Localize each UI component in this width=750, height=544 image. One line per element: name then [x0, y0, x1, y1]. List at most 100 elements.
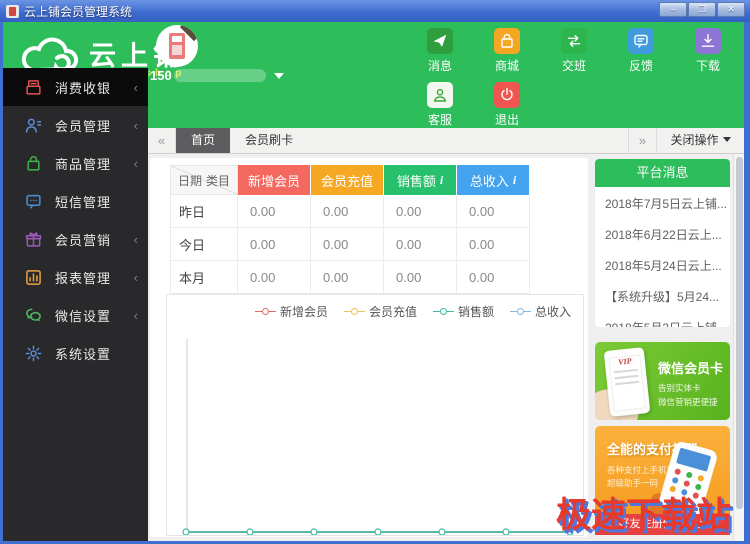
- tabs-scroll-left-button[interactable]: «: [148, 128, 176, 153]
- column-header-label: 总收入: [470, 171, 509, 190]
- logout-icon: [494, 82, 520, 108]
- legend-item[interactable]: 新增会员: [255, 303, 328, 320]
- cashier-icon: [25, 79, 42, 96]
- close-operations-dropdown[interactable]: 关闭操作: [656, 128, 744, 153]
- table-row: 今日0.000.000.000.00: [170, 228, 530, 261]
- header-action-mall[interactable]: 商城: [484, 28, 530, 74]
- sidebar-item-marketing[interactable]: 会员营销‹: [3, 220, 148, 258]
- user-avatar[interactable]: [156, 25, 198, 67]
- legend-marker-icon: [510, 308, 531, 315]
- tabs-scroll-right-button[interactable]: »: [628, 128, 656, 153]
- header-action-label: 反馈: [618, 57, 664, 74]
- mall-icon: [494, 28, 520, 54]
- goods-icon: [25, 155, 42, 172]
- table-cell-value: 0.00: [384, 228, 457, 261]
- legend-marker-icon: [433, 308, 454, 315]
- tab-active[interactable]: 首页: [176, 128, 230, 153]
- sidebar-item-wechat[interactable]: 微信设置‹: [3, 296, 148, 334]
- table-cell-value: 0.00: [384, 261, 457, 294]
- feedback-icon: [628, 28, 654, 54]
- legend-marker-icon: [344, 308, 365, 315]
- window-title: 云上铺会员管理系统: [24, 3, 132, 20]
- table-cell-value: 0.00: [238, 228, 311, 261]
- legend-marker-icon: [255, 308, 276, 315]
- tab-inactive[interactable]: 会员刷卡: [230, 128, 308, 153]
- summary-table: 日期 类目 新增会员会员充值销售额i总收入i 昨日0.000.000.000.0…: [170, 165, 530, 294]
- platform-messages-list: 2018年7月5日云上铺...2018年6月22日云上...2018年5月24日…: [595, 187, 730, 327]
- legend-label: 会员充值: [369, 303, 417, 320]
- info-icon[interactable]: i: [440, 174, 443, 186]
- row-label: 本月: [170, 261, 238, 294]
- sidebar-item-member[interactable]: 会员管理‹: [3, 106, 148, 144]
- header-action-message[interactable]: 消息: [417, 28, 463, 74]
- header-action-label: 消息: [417, 57, 463, 74]
- header-action-download[interactable]: 下载: [685, 28, 731, 74]
- platform-message-item[interactable]: 2018年5月24日云上...: [595, 249, 730, 280]
- sidebar-item-label: 报表管理: [55, 268, 134, 287]
- corner-col-label: 类目: [206, 172, 230, 189]
- window-content: 云上铺 cloud shop 150 消息商城交班反馈下载客服退出 消费收银‹会…: [3, 22, 744, 541]
- platform-message-item[interactable]: 2018年6月22日云上...: [595, 218, 730, 249]
- tab-bar: « 首页会员刷卡 » 关闭操作: [148, 128, 744, 154]
- platform-message-item[interactable]: 【系统升级】5月24...: [595, 280, 730, 311]
- close-button[interactable]: ✕: [717, 2, 745, 17]
- settings-icon: [25, 345, 42, 362]
- app-icon: [6, 5, 19, 18]
- tabs-strip: 首页会员刷卡: [176, 128, 308, 153]
- header-action-logout[interactable]: 退出: [484, 82, 530, 128]
- sidebar-menu: 消费收银‹会员管理‹商品管理‹短信管理会员营销‹报表管理‹微信设置‹系统设置: [3, 68, 148, 541]
- chevron-left-icon: ‹: [134, 156, 138, 171]
- header-action-feedback[interactable]: 反馈: [618, 28, 664, 74]
- legend-item[interactable]: 会员充值: [344, 303, 417, 320]
- info-icon[interactable]: i: [513, 174, 516, 186]
- shift-icon: [561, 28, 587, 54]
- platform-message-item[interactable]: 2018年5月3日云上铺...: [595, 311, 730, 327]
- chevron-left-icon: ‹: [134, 118, 138, 133]
- sidebar-item-label: 微信设置: [55, 306, 134, 325]
- sidebar-item-settings[interactable]: 系统设置: [3, 334, 148, 372]
- header-action-label: 退出: [484, 111, 530, 128]
- report-icon: [25, 269, 42, 286]
- table-column-header: 销售额 i: [384, 165, 457, 195]
- wechat-ad-line2: 微信营销更便捷: [658, 396, 718, 408]
- column-header-label: 销售额: [397, 171, 436, 190]
- header-action-service[interactable]: 客服: [417, 82, 463, 128]
- table-column-header: 新增会员: [238, 165, 311, 195]
- wechat-ad-line1: 告别实体卡: [658, 382, 701, 394]
- table-row: 本月0.000.000.000.00: [170, 261, 530, 294]
- application-window: 云上铺会员管理系统 – ❐ ✕ 云上铺 cloud shop 150: [0, 0, 750, 544]
- corner-row-label: 日期: [178, 172, 202, 189]
- table-cell-value: 0.00: [457, 228, 530, 261]
- sidebar-item-cashier[interactable]: 消费收银‹: [3, 68, 148, 106]
- vertical-scrollbar[interactable]: [733, 154, 744, 541]
- maximize-button[interactable]: ❐: [688, 2, 716, 17]
- legend-item[interactable]: 销售额: [433, 303, 494, 320]
- scrollbar-thumb[interactable]: [736, 157, 743, 509]
- chevron-left-icon: ‹: [134, 80, 138, 95]
- sidebar-item-label: 会员管理: [55, 116, 134, 135]
- sidebar-item-report[interactable]: 报表管理‹: [3, 258, 148, 296]
- legend-item[interactable]: 总收入: [510, 303, 571, 320]
- row-label: 今日: [170, 228, 238, 261]
- chevron-left-icon: ‹: [134, 308, 138, 323]
- trend-chart: 新增会员 会员充值销售额总收入: [166, 294, 584, 536]
- table-column-header: 会员充值: [311, 165, 384, 195]
- table-header-row: 日期 类目 新增会员会员充值销售额 i 总收入 i: [170, 165, 530, 195]
- header-action-label: 交班: [551, 57, 597, 74]
- sidebar-item-label: 商品管理: [55, 154, 134, 173]
- sidebar-item-goods[interactable]: 商品管理‹: [3, 144, 148, 182]
- sidebar-item-sms[interactable]: 短信管理: [3, 182, 148, 220]
- user-phone[interactable]: 150: [150, 68, 284, 83]
- watermark: 极速下载站: [556, 487, 731, 538]
- window-titlebar: 云上铺会员管理系统 – ❐ ✕: [0, 0, 750, 22]
- minimize-button[interactable]: –: [659, 2, 687, 17]
- table-cell-value: 0.00: [311, 195, 384, 228]
- wechat-member-card-banner[interactable]: VIP 微信会员卡 告别实体卡 微信营销更便捷: [595, 342, 730, 420]
- platform-message-item[interactable]: 2018年7月5日云上铺...: [595, 187, 730, 218]
- table-cell-value: 0.00: [384, 195, 457, 228]
- header-action-shift[interactable]: 交班: [551, 28, 597, 74]
- sidebar-item-label: 会员营销: [55, 230, 134, 249]
- chevron-down-icon: [723, 137, 731, 142]
- user-phone-redacted: [174, 69, 266, 82]
- header-action-label: 下载: [685, 57, 731, 74]
